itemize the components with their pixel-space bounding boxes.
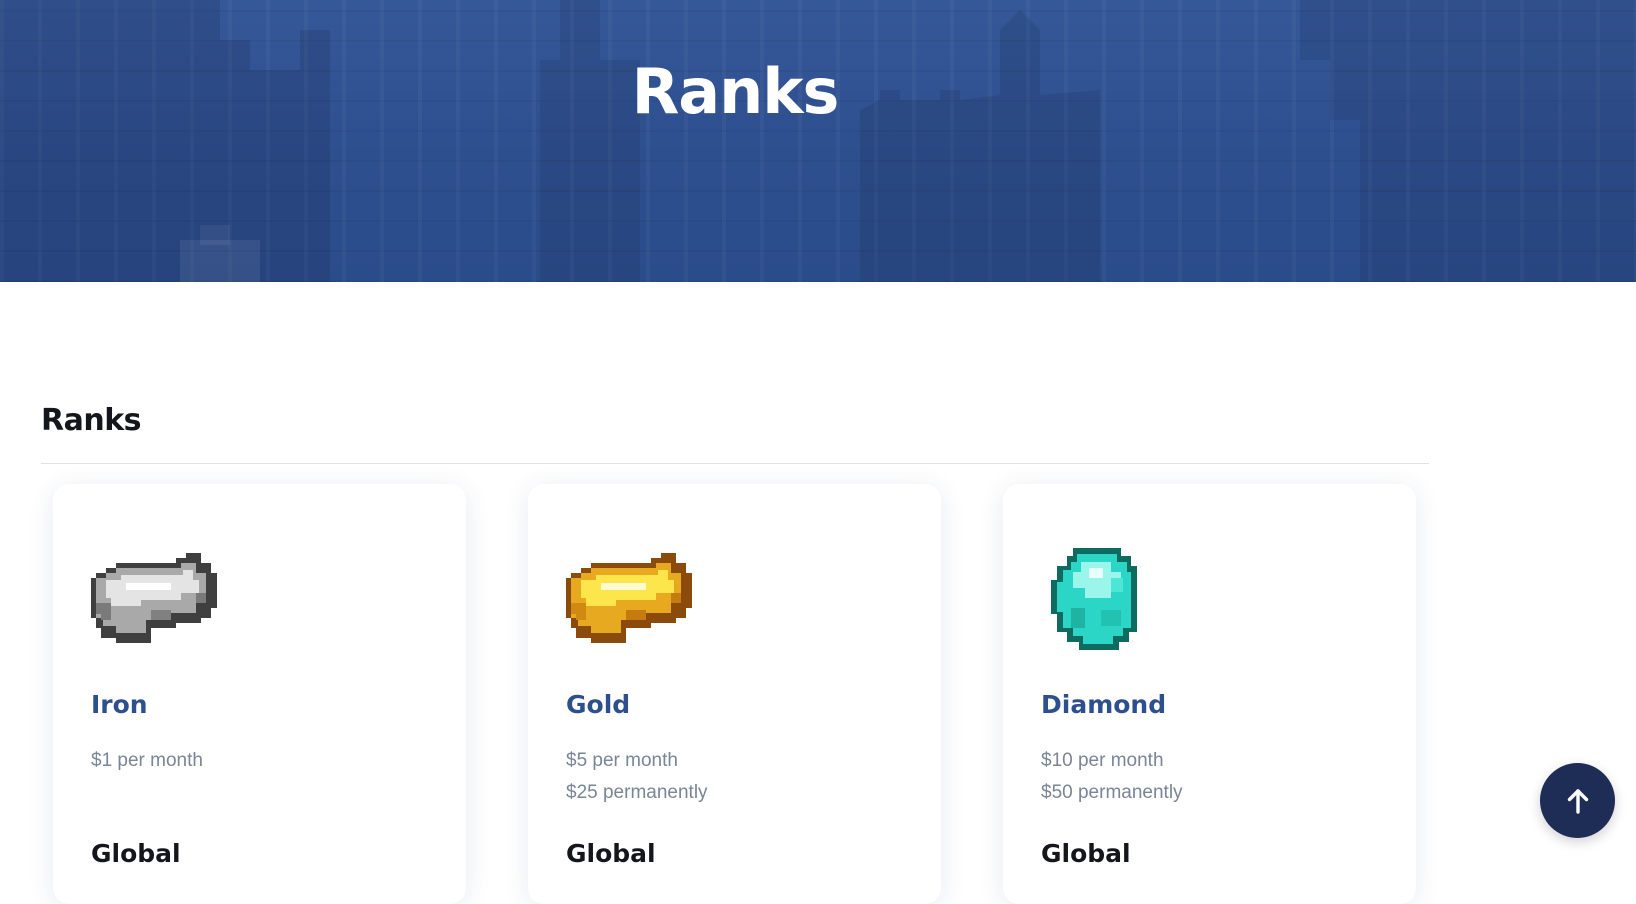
arrow-up-icon (1567, 788, 1588, 814)
back-to-top-button[interactable] (1540, 763, 1615, 838)
rank-price-permanent: $50 permanently (1041, 782, 1183, 803)
rank-name: Diamond (1041, 690, 1167, 719)
rank-card-iron[interactable]: Iron $1 per month Global (53, 484, 466, 904)
rank-price-permanent: $25 permanently (566, 782, 708, 803)
hero-background-image (0, 0, 1636, 282)
section-divider (41, 463, 1429, 464)
rank-card-diamond[interactable]: Diamond $10 per month $50 permanently Gl… (1003, 484, 1416, 904)
rank-name: Gold (566, 690, 631, 719)
diamond-icon (1051, 548, 1137, 650)
rank-perks-heading: Global (1041, 839, 1131, 868)
rank-perks-heading: Global (566, 839, 656, 868)
hero-banner: Ranks (0, 0, 1636, 282)
rank-perks-heading: Global (91, 839, 181, 868)
section-title: Ranks (41, 403, 142, 438)
rank-price-monthly: $1 per month (91, 750, 203, 771)
page-title: Ranks (631, 55, 840, 128)
rank-card-gold[interactable]: Gold $5 per month $25 permanently Global (528, 484, 941, 904)
gold-ingot-icon (566, 553, 692, 643)
rank-price-monthly: $5 per month (566, 750, 678, 771)
iron-ingot-icon (91, 553, 217, 643)
rank-name: Iron (91, 690, 148, 719)
rank-price-monthly: $10 per month (1041, 750, 1164, 771)
